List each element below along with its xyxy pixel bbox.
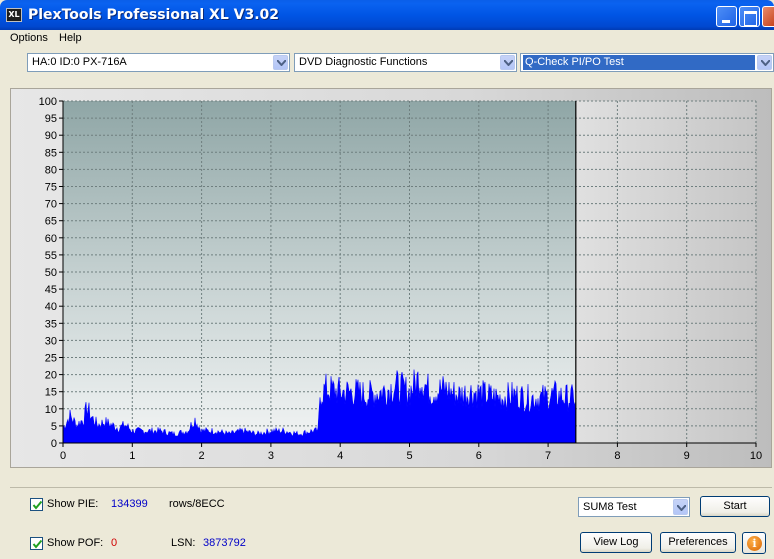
y-tick-label: 10 bbox=[45, 404, 57, 416]
preferences-button[interactable]: Preferences bbox=[660, 532, 736, 553]
y-tick-label: 0 bbox=[51, 438, 57, 450]
test-select[interactable]: Q-Check PI/PO Test bbox=[520, 53, 774, 72]
pipo-chart: 0510152025303540455055606570758085909510… bbox=[39, 96, 762, 462]
function-group-select-value: DVD Diagnostic Functions bbox=[299, 56, 428, 68]
view-log-button[interactable]: View Log bbox=[580, 532, 652, 553]
close-button[interactable] bbox=[762, 6, 774, 27]
lsn-value: 3873792 bbox=[203, 537, 246, 549]
y-tick-label: 70 bbox=[45, 199, 57, 211]
x-tick-label: 3 bbox=[268, 450, 274, 462]
show-pie-label: Show PIE: bbox=[47, 498, 99, 510]
chart-panel: 0 5 10 15 20 25 30 35 40 45 50 55 60 65 70 75 80 85 90 95 10… bbox=[10, 88, 772, 468]
title-bar[interactable]: XL PlexTools Professional XL V3.02 bbox=[0, 0, 774, 30]
x-tick-label: 2 bbox=[199, 450, 205, 462]
show-pof-checkbox[interactable] bbox=[30, 537, 43, 550]
lsn-label: LSN: bbox=[171, 537, 196, 549]
x-tick-label: 6 bbox=[476, 450, 482, 462]
menu-bar: Options Help bbox=[0, 30, 774, 48]
minimize-button[interactable] bbox=[716, 6, 737, 27]
window-title: PlexTools Professional XL V3.02 bbox=[28, 7, 280, 23]
x-tick-label: 9 bbox=[684, 450, 690, 462]
app-icon: XL bbox=[6, 8, 22, 22]
y-tick-label: 30 bbox=[45, 335, 57, 347]
info-button[interactable]: i bbox=[742, 532, 766, 554]
y-tick-label: 45 bbox=[45, 284, 57, 296]
y-tick-label: 75 bbox=[45, 182, 57, 194]
mode-select-value: SUM8 Test bbox=[583, 501, 637, 513]
x-tick-label: 0 bbox=[60, 450, 66, 462]
x-tick-label: 7 bbox=[545, 450, 551, 462]
y-tick-label: 65 bbox=[45, 216, 57, 228]
y-tick-label: 100 bbox=[39, 96, 57, 108]
y-tick-label: 90 bbox=[45, 130, 57, 142]
chevron-down-icon[interactable] bbox=[673, 499, 688, 515]
pof-count: 0 bbox=[111, 537, 118, 549]
function-group-select[interactable]: DVD Diagnostic Functions bbox=[294, 53, 517, 72]
show-pie-checkbox[interactable] bbox=[30, 498, 43, 511]
menu-options[interactable]: Options bbox=[10, 32, 48, 44]
mode-select[interactable]: SUM8 Test bbox=[578, 497, 690, 517]
chevron-down-icon[interactable] bbox=[500, 55, 515, 70]
menu-help[interactable]: Help bbox=[59, 32, 82, 44]
y-tick-label: 25 bbox=[45, 353, 57, 365]
y-tick-label: 80 bbox=[45, 164, 57, 176]
x-tick-label: 10 bbox=[750, 450, 762, 462]
y-tick-label: 55 bbox=[45, 250, 57, 262]
y-tick-label: 20 bbox=[45, 370, 57, 382]
x-tick-label: 5 bbox=[406, 450, 412, 462]
x-tick-label: 8 bbox=[614, 450, 620, 462]
y-tick-label: 5 bbox=[51, 421, 57, 433]
chevron-down-icon[interactable] bbox=[273, 55, 288, 70]
info-icon: i bbox=[747, 536, 762, 551]
y-tick-label: 50 bbox=[45, 267, 57, 279]
y-tick-label: 40 bbox=[45, 301, 57, 313]
maximize-button[interactable] bbox=[739, 6, 760, 27]
y-tick-label: 60 bbox=[45, 233, 57, 245]
drive-select-value: HA:0 ID:0 PX-716A bbox=[32, 56, 127, 68]
y-tick-label: 35 bbox=[45, 318, 57, 330]
y-tick-label: 85 bbox=[45, 147, 57, 159]
start-button[interactable]: Start bbox=[700, 496, 770, 517]
show-pof-label: Show POF: bbox=[47, 537, 104, 549]
pie-count: 134399 bbox=[111, 498, 148, 510]
x-tick-label: 4 bbox=[337, 450, 343, 462]
test-select-value: Q-Check PI/PO Test bbox=[523, 55, 755, 70]
check-icon bbox=[32, 539, 43, 549]
x-tick-label: 1 bbox=[129, 450, 135, 462]
check-icon bbox=[32, 500, 43, 510]
y-tick-label: 15 bbox=[45, 387, 57, 399]
y-tick-label: 95 bbox=[45, 113, 57, 125]
pie-unit: rows/8ECC bbox=[169, 498, 225, 510]
chevron-down-icon[interactable] bbox=[757, 55, 772, 70]
drive-select[interactable]: HA:0 ID:0 PX-716A bbox=[27, 53, 290, 72]
